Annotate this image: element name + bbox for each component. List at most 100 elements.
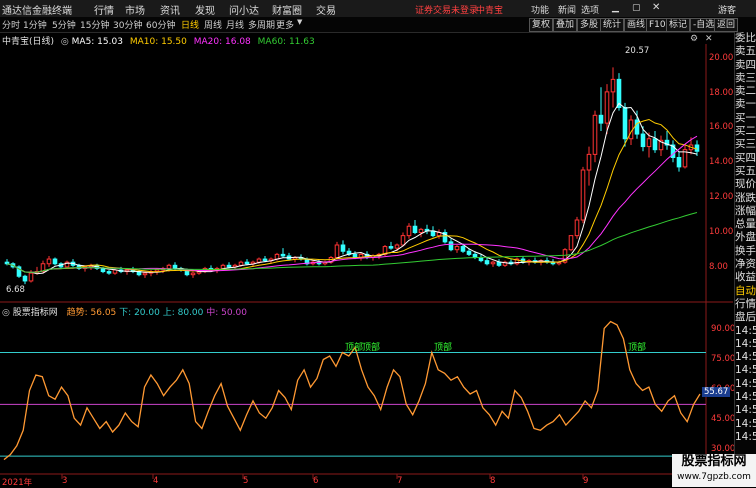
top-mark: 顶部 [362, 343, 381, 353]
candle-body [142, 272, 148, 276]
x-tick: 7 [397, 476, 403, 486]
high-price-label: 20.57 [625, 46, 650, 56]
candle-body [340, 244, 346, 252]
candle-body [388, 246, 394, 249]
side-item[interactable]: 卖一 [735, 98, 756, 111]
y-tick: 16.00 [709, 122, 734, 132]
kline-chart[interactable] [0, 0, 756, 487]
side-item[interactable]: 买一 [735, 112, 756, 125]
side-item[interactable]: 自动 [735, 285, 756, 298]
candle-body [394, 244, 400, 249]
candle-body [622, 107, 628, 140]
x-tick: 6 [313, 476, 319, 486]
candle-body [28, 272, 34, 282]
side-item[interactable]: 涨跌 [735, 192, 756, 205]
candle-body [244, 261, 250, 265]
side-item[interactable]: 涨幅 [735, 205, 756, 218]
candle-body [472, 253, 478, 258]
candle-body [478, 257, 484, 262]
candle-body [646, 138, 652, 148]
current-indicator-value: 55.67 [702, 387, 731, 397]
side-item[interactable]: 收益 [735, 271, 756, 284]
candle-body [598, 114, 604, 124]
watermark: 股票指标网 www.7gpzb.com [672, 454, 756, 487]
candle-body [484, 260, 490, 265]
y-tick: 45.00 [711, 414, 736, 424]
candle-body [694, 144, 700, 152]
side-item[interactable]: 行情 [735, 298, 756, 311]
side-item[interactable]: 买二 [735, 125, 756, 138]
side-item[interactable]: 卖二 [735, 85, 756, 98]
side-item: 14:50 [735, 377, 756, 390]
candle-body [52, 258, 58, 265]
candle-body [106, 271, 112, 274]
side-item[interactable]: 卖五 [735, 45, 756, 58]
candle-body [238, 261, 244, 266]
candle-body [652, 138, 658, 151]
side-item[interactable]: 外盘 [735, 231, 756, 244]
y-tick: 30.00 [711, 444, 736, 454]
side-item: 14:50 [735, 337, 756, 350]
candle-body [496, 261, 502, 266]
candle-body [454, 246, 460, 251]
quote-side-panel: 委比 卖五 卖四 卖三 卖二 卖一 买一 买二 买三 买四 买五 现价 涨跌 涨… [734, 32, 756, 487]
candle-body [586, 153, 592, 171]
candle-body [466, 250, 472, 255]
candle-body [580, 169, 586, 221]
side-item[interactable]: 委比 [735, 32, 756, 45]
top-mark: 顶部 [345, 343, 364, 353]
side-item: 14:50 [735, 417, 756, 430]
candle-body [676, 157, 682, 168]
side-item[interactable]: 买四 [735, 152, 756, 165]
x-tick: 9 [583, 476, 589, 486]
side-item: 14:50 [735, 391, 756, 404]
side-item[interactable]: 净资 [735, 258, 756, 271]
candle-body [256, 258, 262, 263]
side-item[interactable]: 买五 [735, 165, 756, 178]
candle-body [640, 133, 646, 148]
y-tick: 12.00 [709, 192, 734, 202]
side-item: 14:50 [735, 404, 756, 417]
side-item[interactable]: 换手 [735, 245, 756, 258]
x-tick: 8 [490, 476, 496, 486]
watermark-title: 股票指标网 [681, 454, 747, 469]
side-item[interactable]: 卖四 [735, 59, 756, 72]
candle-body [448, 241, 454, 251]
candle-body [172, 264, 178, 269]
ma20-line [6, 135, 698, 273]
candle-body [190, 272, 196, 276]
candle-body [166, 264, 172, 269]
y-tick: 20.00 [709, 53, 734, 63]
watermark-url: www.7gpzb.com [677, 472, 751, 482]
candle-body [46, 258, 52, 265]
top-mark: 顶部 [434, 343, 453, 353]
candle-body [412, 225, 418, 233]
candle-body [418, 228, 424, 233]
side-item: 14:50 [735, 430, 756, 443]
side-item[interactable]: 卖三 [735, 72, 756, 85]
side-item[interactable]: 总量 [735, 218, 756, 231]
candle-body [352, 253, 358, 258]
candle-body [262, 258, 268, 262]
y-tick: 14.00 [709, 157, 734, 167]
candle-body [568, 235, 574, 251]
y-tick: 90.00 [711, 324, 736, 334]
side-item: 14:50 [735, 364, 756, 377]
candle-body [100, 267, 106, 273]
y-tick: 18.00 [709, 88, 734, 98]
candle-body [490, 261, 496, 265]
candle-body [4, 261, 10, 265]
x-tick: 3 [62, 476, 68, 486]
candle-body [634, 119, 640, 135]
candle-body [460, 246, 466, 252]
candle-body [592, 114, 598, 155]
side-item[interactable]: 买三 [735, 138, 756, 151]
y-tick: 8.00 [709, 262, 728, 272]
candle-body [280, 253, 286, 257]
y-tick: 75.00 [711, 354, 736, 364]
side-item[interactable]: 现价 [735, 178, 756, 191]
side-item: 14:50 [735, 324, 756, 337]
side-item[interactable]: 盘后 [735, 311, 756, 324]
side-item: 14:50 [735, 351, 756, 364]
top-mark: 顶部 [628, 343, 647, 353]
